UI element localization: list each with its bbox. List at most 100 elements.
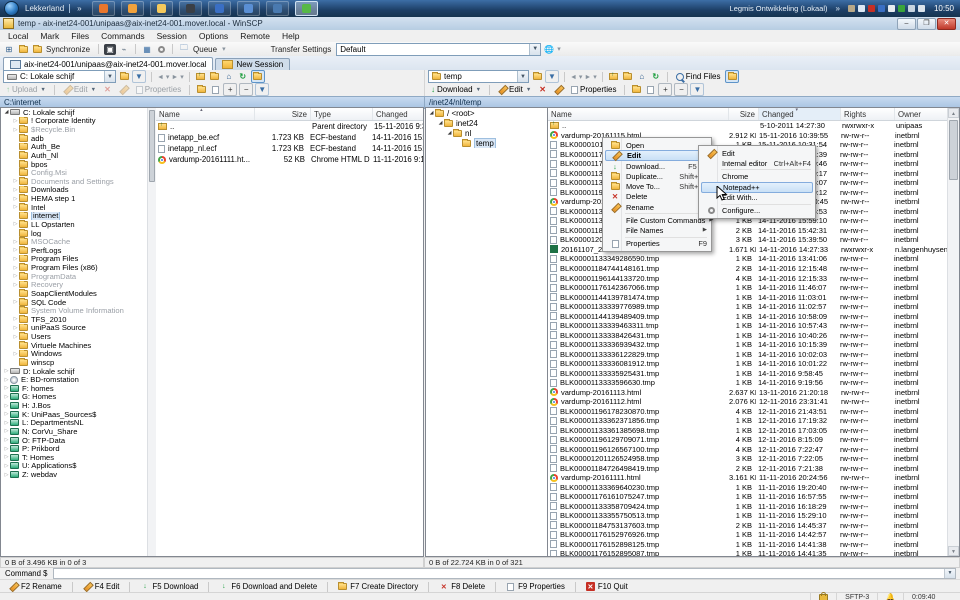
tree-item-msocache[interactable]: ▷MSOCache bbox=[1, 237, 155, 246]
home-directory-icon[interactable]: ⌂ bbox=[636, 71, 648, 82]
tree-item-tfs-2010[interactable]: ▷TFS_2010 bbox=[1, 315, 155, 324]
tree-collapsed-icon[interactable]: ▷ bbox=[12, 265, 19, 271]
expand-icon[interactable]: + bbox=[223, 83, 237, 96]
remote-list-scrollbar[interactable]: ▲ ▼ bbox=[947, 108, 959, 556]
tree-collapsed-icon[interactable]: ▷ bbox=[3, 463, 10, 469]
file-row[interactable]: BLK00001184753137603.tmp2 KB11-11-2016 1… bbox=[548, 521, 959, 531]
edit-button[interactable]: Edit▼ bbox=[495, 84, 534, 96]
antivirus-shield-tray-icon[interactable] bbox=[868, 5, 875, 12]
chevron-tray-icon[interactable] bbox=[858, 5, 865, 12]
file-row[interactable]: BLK0000113333596630.tmp1 KB14-11-2016 9:… bbox=[548, 378, 959, 388]
tree-item-unipaas-source[interactable]: ▷uniPaaS Source bbox=[1, 324, 155, 333]
download-button[interactable]: ↓Download▼ bbox=[428, 84, 484, 96]
sync-browsing-icon[interactable] bbox=[17, 44, 29, 55]
filter-icon[interactable]: ▼ bbox=[690, 83, 704, 96]
forward-icon[interactable]: ► ▾ bbox=[171, 73, 183, 81]
file-row[interactable]: BLK00001196178230870.tmp4 KB12-11-2016 2… bbox=[548, 406, 959, 416]
tree-item-program-files-x86[interactable]: ▷Program Files (x86) bbox=[1, 263, 155, 272]
forward-icon[interactable]: ► ▾ bbox=[584, 73, 596, 81]
tree-collapsed-icon[interactable]: ▷ bbox=[12, 127, 19, 133]
file-row[interactable]: vardump-20161113.html2.637 KB13-11-2016 … bbox=[548, 387, 959, 397]
open-directory-icon[interactable] bbox=[531, 71, 543, 82]
tree-item-t-homes[interactable]: ▷T: Homes bbox=[1, 453, 155, 462]
tree-item-auth-be[interactable]: Auth_Be bbox=[1, 143, 155, 152]
tree-item-temp[interactable]: temp bbox=[426, 138, 547, 148]
fkey-f8-delete[interactable]: ✕F8 Delete bbox=[433, 581, 491, 593]
file-row[interactable]: BLK00001184744148161.tmp2 KB14-11-2016 1… bbox=[548, 264, 959, 274]
file-row[interactable]: inetapp_be.ecf1.723 KBECF-bestand14-11-2… bbox=[156, 132, 423, 143]
filter-icon[interactable]: ▼ bbox=[545, 70, 559, 83]
tree-item-adb[interactable]: adb bbox=[1, 134, 155, 143]
firefox-taskbar-icon[interactable] bbox=[92, 1, 115, 16]
combo-arrow-icon[interactable]: ▼ bbox=[517, 71, 528, 82]
tree-item-winscp[interactable]: winscp bbox=[1, 358, 155, 367]
collapse-icon[interactable]: − bbox=[674, 83, 688, 96]
delete-button[interactable]: ✕ bbox=[101, 84, 114, 96]
synchronize-button[interactable]: Synchronize bbox=[46, 45, 90, 54]
column-header-size[interactable]: Size bbox=[729, 108, 759, 120]
menu-item-chrome[interactable]: Chrome bbox=[701, 171, 813, 181]
tree-item-l-departmentsnl[interactable]: ▷L: DepartmentsNL bbox=[1, 419, 155, 428]
refresh-icon[interactable]: ↻ bbox=[237, 71, 249, 82]
parent-directory-icon[interactable] bbox=[195, 71, 207, 82]
file-row[interactable]: BLK00001133338426431.tmp1 KB14-11-2016 1… bbox=[548, 330, 959, 340]
collapse-icon[interactable]: − bbox=[239, 83, 253, 96]
file-row[interactable]: BLK00001133336939432.tmp1 KB14-11-2016 1… bbox=[548, 340, 959, 350]
start-button[interactable] bbox=[4, 1, 19, 16]
new-session-tab[interactable]: New Session bbox=[215, 58, 290, 70]
word-taskbar-icon[interactable] bbox=[208, 1, 231, 16]
close-button[interactable]: ✕ bbox=[937, 18, 956, 30]
tree-item-soapclientmodules[interactable]: SoapClientModules bbox=[1, 289, 155, 298]
tree-item-p-prikbord[interactable]: ▷P: Prikbord bbox=[1, 444, 155, 453]
home-directory-icon[interactable]: ⌂ bbox=[223, 71, 235, 82]
document-app-taskbar-icon[interactable] bbox=[237, 1, 260, 16]
tree-item-system-volume-information[interactable]: System Volume Information bbox=[1, 306, 155, 315]
tree-item-recycle-bin[interactable]: ▷$Recycle.Bin bbox=[1, 125, 155, 134]
tree-collapsed-icon[interactable]: ▷ bbox=[12, 178, 19, 184]
briefcase-tray-icon[interactable] bbox=[848, 5, 855, 12]
root-directory-icon[interactable] bbox=[209, 71, 221, 82]
column-header-rights[interactable]: Rights bbox=[841, 108, 895, 120]
menu-mark[interactable]: Mark bbox=[34, 30, 65, 42]
transfer-options-arrow[interactable]: ▾ bbox=[557, 45, 561, 53]
tree-collapsed-icon[interactable]: ▷ bbox=[3, 428, 10, 434]
tree-collapsed-icon[interactable]: ▷ bbox=[3, 472, 10, 478]
file-row[interactable]: BLK00001133349286590.tmp1 KB14-11-2016 1… bbox=[548, 254, 959, 264]
taskbar-overflow-chevron[interactable]: » bbox=[77, 4, 81, 13]
file-row[interactable]: BLK00001196126567100.tmp4 KB12-11-2016 7… bbox=[548, 445, 959, 455]
tree-item-corporate-identity[interactable]: ▷! Corporate Identity bbox=[1, 117, 155, 126]
parent-directory-icon[interactable] bbox=[608, 71, 620, 82]
column-header-name[interactable]: ▴Name bbox=[156, 108, 255, 120]
file-row[interactable]: BLK00001176152895087.tmp1 KB11-11-2016 1… bbox=[548, 549, 959, 557]
menu-files[interactable]: Files bbox=[65, 30, 95, 42]
media-app-taskbar-icon[interactable] bbox=[179, 1, 202, 16]
file-row[interactable]: vardump-20161111.html3.161 KB11-11-2016 … bbox=[548, 473, 959, 483]
notes-page-tray-icon[interactable] bbox=[888, 5, 895, 12]
tree-collapsed-icon[interactable]: ▷ bbox=[3, 394, 10, 400]
menu-item-move-to[interactable]: Move To...Shift+F6 bbox=[605, 182, 709, 192]
fkey-f10-quit[interactable]: ✕F10 Quit bbox=[580, 581, 634, 593]
tree-item-auth-nl[interactable]: Auth_Nl bbox=[1, 151, 155, 160]
search-blue-tray-icon[interactable] bbox=[878, 5, 885, 12]
open-directory-icon[interactable] bbox=[118, 71, 130, 82]
file-row[interactable]: BLK00001196144133720.tmp4 KB14-11-2016 1… bbox=[548, 273, 959, 283]
column-header-size[interactable]: Size bbox=[255, 108, 311, 120]
tree-collapsed-icon[interactable]: ▷ bbox=[12, 247, 19, 253]
file-row[interactable]: BLK00001133362371856.tmp1 KB12-11-2016 1… bbox=[548, 416, 959, 426]
file-row[interactable]: vardump-20161111.ht...52 KBChrome HTML D… bbox=[156, 154, 423, 165]
volume-tray-icon[interactable] bbox=[918, 5, 925, 12]
tree-item-n-corvu-share[interactable]: ▷N: CorVu_Share bbox=[1, 427, 155, 436]
combo-arrow-icon[interactable]: ▼ bbox=[104, 71, 115, 82]
tree-item-sql-code[interactable]: ▷SQL Code bbox=[1, 298, 155, 307]
file-row[interactable]: vardump-20161112.html2.076 KB12-11-2016 … bbox=[548, 397, 959, 407]
tree-item-users[interactable]: ▷Users bbox=[1, 332, 155, 341]
upload-button[interactable]: ↑Upload▼ bbox=[3, 84, 49, 96]
tree-item-c-lokale-schijf[interactable]: ◢C: Lokale schijf bbox=[1, 108, 155, 117]
tree-item-windows[interactable]: ▷Windows bbox=[1, 350, 155, 359]
tree-item-nl[interactable]: ◢nl bbox=[426, 128, 547, 138]
new-folder-icon[interactable] bbox=[195, 84, 207, 95]
tree-collapsed-icon[interactable]: ▷ bbox=[12, 221, 19, 227]
queue-dropdown-arrow[interactable]: ▾ bbox=[222, 45, 226, 53]
find-files-button[interactable]: Find Files bbox=[673, 71, 724, 83]
transfer-options-globe-icon[interactable]: 🌐 bbox=[543, 44, 555, 55]
